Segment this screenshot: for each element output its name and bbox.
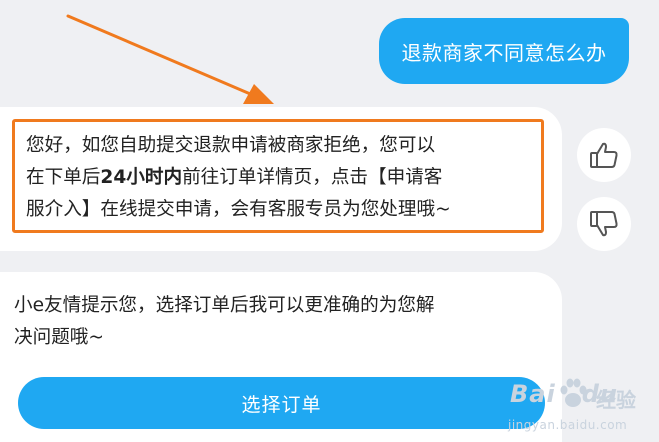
thumbs-down-icon (590, 211, 618, 237)
tip-text: 小e友情提示您，选择订单后我可以更准确的为您解 决问题哦~ (14, 290, 544, 354)
answer-emphasis: 24小时内 (100, 167, 183, 188)
like-button[interactable] (577, 128, 631, 182)
tip-line-2: 决问题哦~ (14, 327, 104, 348)
select-order-button[interactable]: 选择订单 (18, 377, 545, 429)
answer-line-2: 在下单后24小时内前往订单详情页，点击【申请客 (26, 162, 535, 194)
paw-icon (560, 378, 587, 407)
answer-line-2-post: 前往订单详情页，点击【申请客 (182, 167, 443, 188)
answer-line-1: 您好，如您自助提交退款申请被商家拒绝，您可以 (26, 135, 436, 156)
dislike-button[interactable] (577, 197, 631, 251)
select-order-label: 选择订单 (241, 393, 322, 416)
watermark-jingyan: 经验 (596, 388, 636, 412)
tip-line-1: 小e友情提示您，选择订单后我可以更准确的为您解 (14, 295, 435, 316)
highlighted-answer: 您好，如您自助提交退款申请被商家拒绝，您可以 在下单后24小时内前往订单详情页，… (12, 119, 544, 233)
user-message-bubble: 退款商家不同意怎么办 (379, 18, 629, 84)
user-message-text: 退款商家不同意怎么办 (401, 40, 607, 65)
answer-line-3: 服介入】在线提交申请，会有客服专员为您处理哦~ (26, 199, 451, 220)
thumbs-up-icon (590, 142, 618, 168)
answer-line-2-pre: 在下单后 (26, 167, 101, 188)
